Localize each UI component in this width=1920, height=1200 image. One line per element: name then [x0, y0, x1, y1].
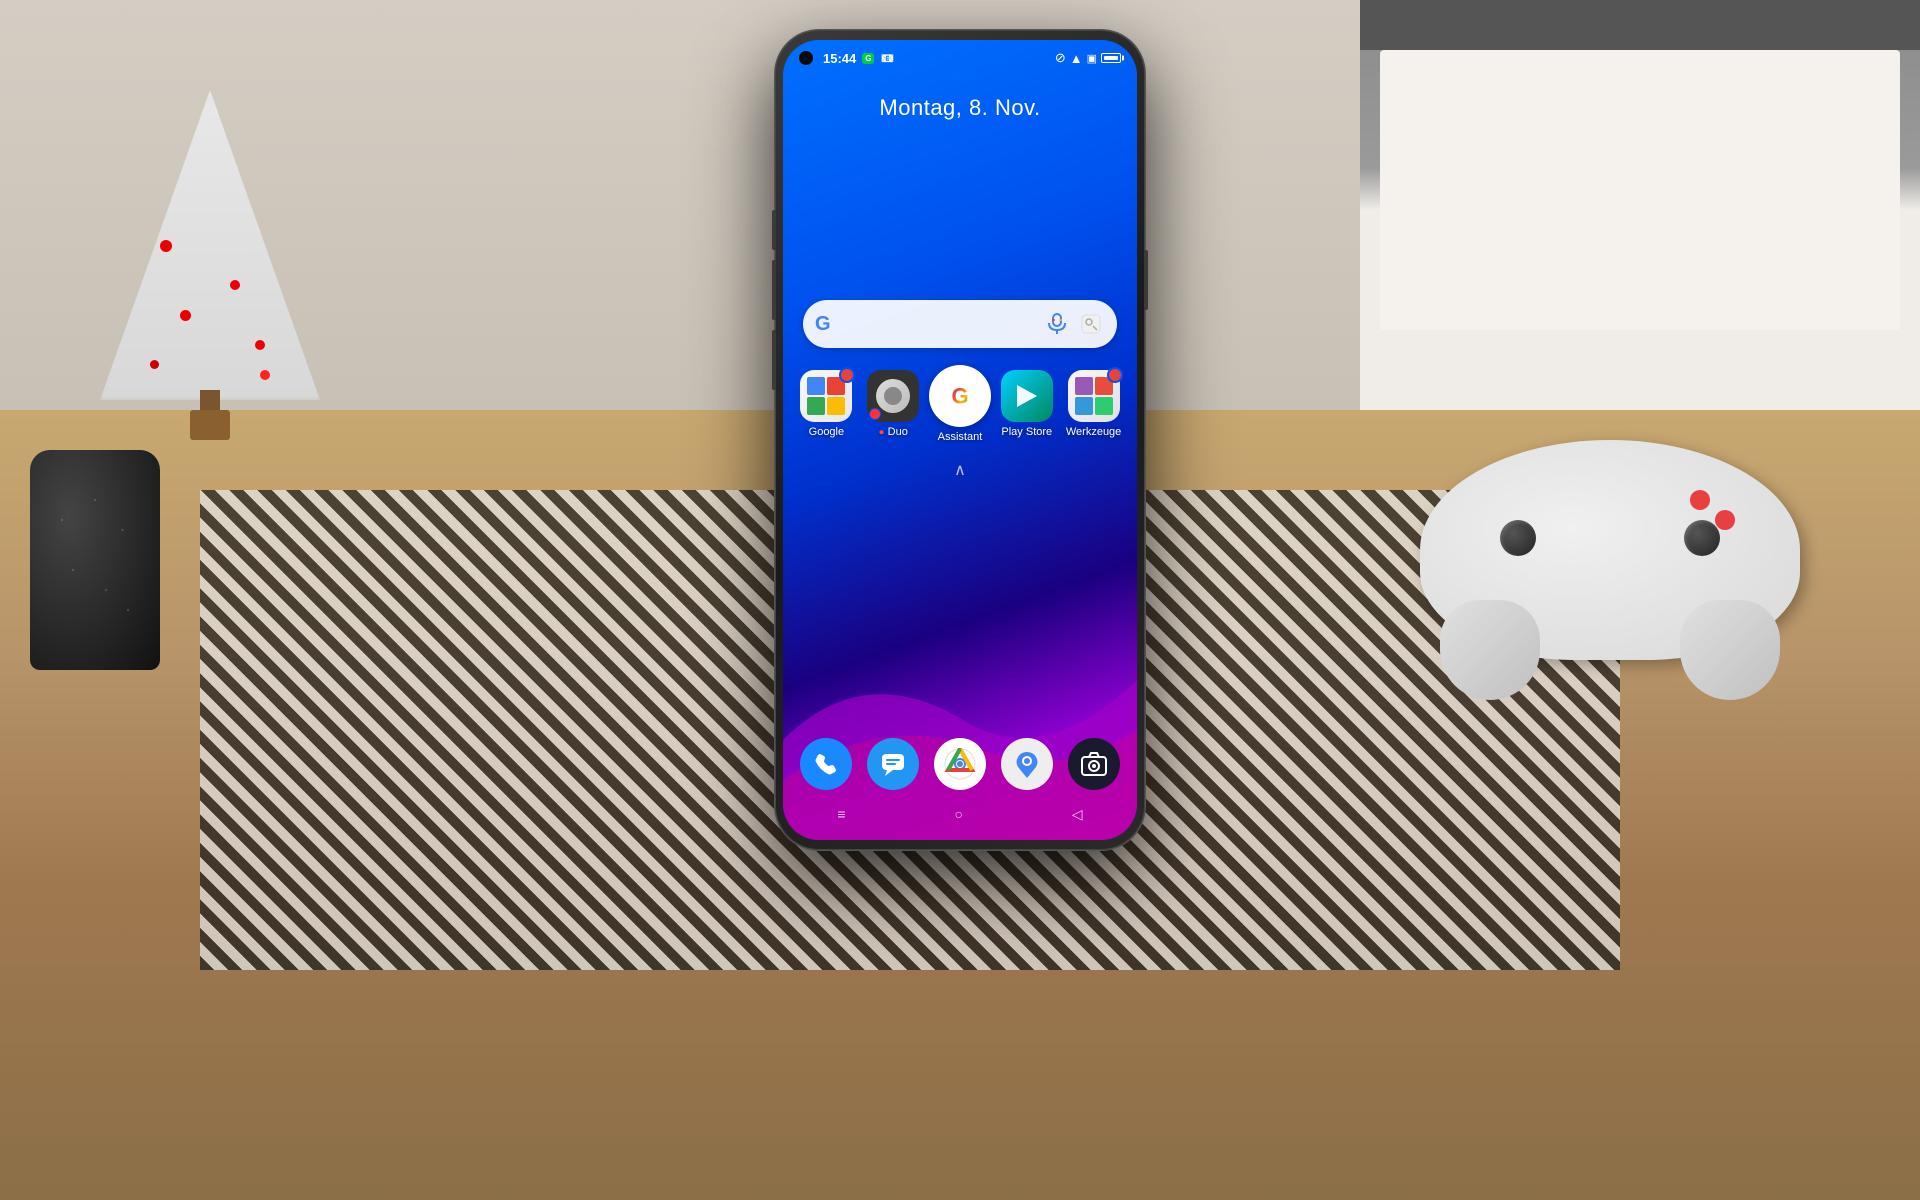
- background-scene: 15:44 G 📧 ⊘ ▲ ▣: [0, 0, 1920, 1200]
- app-duo[interactable]: ● Duo: [863, 370, 923, 443]
- tree-trunk: [200, 390, 220, 410]
- right-thumbstick: [1684, 520, 1720, 556]
- phone-date: Montag, 8. Nov.: [783, 95, 1137, 121]
- menu-nav-button[interactable]: ≡: [837, 806, 845, 822]
- button-red-1: [1690, 490, 1710, 510]
- lens-button[interactable]: [1077, 310, 1105, 338]
- decorative-vase: [30, 450, 160, 670]
- navigation-bar: ≡ ○ ◁: [783, 796, 1137, 832]
- dock-maps[interactable]: [1001, 738, 1053, 790]
- sim-icon: ▣: [1087, 52, 1097, 65]
- button-red-2: [1715, 510, 1735, 530]
- wifi-icon: ▲: [1070, 51, 1083, 66]
- app-grid: Google ● Duo: [793, 370, 1127, 443]
- status-right: ⊘ ▲ ▣: [1055, 50, 1121, 66]
- alert-slider[interactable]: [772, 210, 776, 250]
- tv-unit-shelf: [1380, 50, 1900, 330]
- dock-chrome[interactable]: [934, 738, 986, 790]
- tree-foliage: [100, 90, 320, 400]
- phone-screen: 15:44 G 📧 ⊘ ▲ ▣: [783, 40, 1137, 840]
- notification-icon: 📧: [880, 52, 894, 65]
- wallpaper-wave: [783, 540, 1137, 840]
- dock-phone[interactable]: [800, 738, 852, 790]
- right-grip: [1680, 600, 1780, 700]
- front-camera: [799, 51, 813, 65]
- ornament: [255, 340, 265, 350]
- game-controller: [1400, 420, 1820, 700]
- app-assistant-label: Assistant: [938, 431, 983, 443]
- app-play-store[interactable]: Play Store: [997, 370, 1057, 443]
- duo-icon: [867, 370, 919, 422]
- app-dock: [793, 738, 1127, 790]
- dock-camera[interactable]: [1068, 738, 1120, 790]
- app-werkzeuge[interactable]: Werkzeuge: [1064, 370, 1124, 443]
- tree-pot: [190, 410, 230, 440]
- phone-device: 15:44 G 📧 ⊘ ▲ ▣: [775, 30, 1145, 850]
- status-time: 15:44: [823, 51, 856, 66]
- ornament: [260, 370, 270, 380]
- notification-badge: [839, 367, 855, 383]
- google-logo: G: [815, 313, 831, 336]
- tv-unit: [1360, 0, 1920, 420]
- ornament: [180, 310, 191, 321]
- ornament: [150, 360, 159, 369]
- app-assistant[interactable]: G Assistant: [930, 370, 990, 443]
- volume-up-button[interactable]: [772, 260, 776, 320]
- status-bar: 15:44 G 📧 ⊘ ▲ ▣: [783, 40, 1137, 76]
- google-search-bar[interactable]: G: [803, 300, 1117, 348]
- swipe-indicator[interactable]: ∧: [783, 460, 1137, 480]
- back-nav-button[interactable]: ◁: [1072, 806, 1083, 823]
- werkzeuge-badge: [1107, 367, 1123, 383]
- vase-holes: [40, 460, 150, 660]
- status-left: 15:44 G 📧: [799, 51, 894, 66]
- svg-text:G: G: [951, 384, 968, 409]
- left-thumbstick: [1500, 520, 1536, 556]
- assistant-icon: G: [929, 365, 991, 427]
- app-werkzeuge-label: Werkzeuge: [1066, 426, 1121, 438]
- app-play-store-label: Play Store: [1001, 426, 1052, 438]
- app-google[interactable]: Google: [796, 370, 856, 443]
- status-badge-g: G: [862, 53, 874, 64]
- home-nav-button[interactable]: ○: [954, 806, 962, 822]
- wifi-off-icon: ⊘: [1055, 50, 1066, 66]
- app-duo-label: ● Duo: [879, 426, 908, 438]
- ornament: [230, 280, 240, 290]
- phone-body: 15:44 G 📧 ⊘ ▲ ▣: [775, 30, 1145, 850]
- left-grip: [1440, 600, 1540, 700]
- werkzeuge-icon: [1068, 370, 1120, 422]
- dock-messages[interactable]: [867, 738, 919, 790]
- chevron-up-icon: ∧: [954, 462, 966, 479]
- tv-unit-bar: [1360, 0, 1920, 50]
- google-icon: [800, 370, 852, 422]
- app-google-label: Google: [809, 426, 844, 438]
- christmas-tree: [100, 60, 320, 440]
- power-button[interactable]: [1144, 250, 1148, 310]
- play-store-icon: [1001, 370, 1053, 422]
- voice-search-button[interactable]: [1043, 310, 1071, 338]
- battery-icon: [1101, 53, 1121, 63]
- ornament: [160, 240, 172, 252]
- volume-down-button[interactable]: [772, 330, 776, 390]
